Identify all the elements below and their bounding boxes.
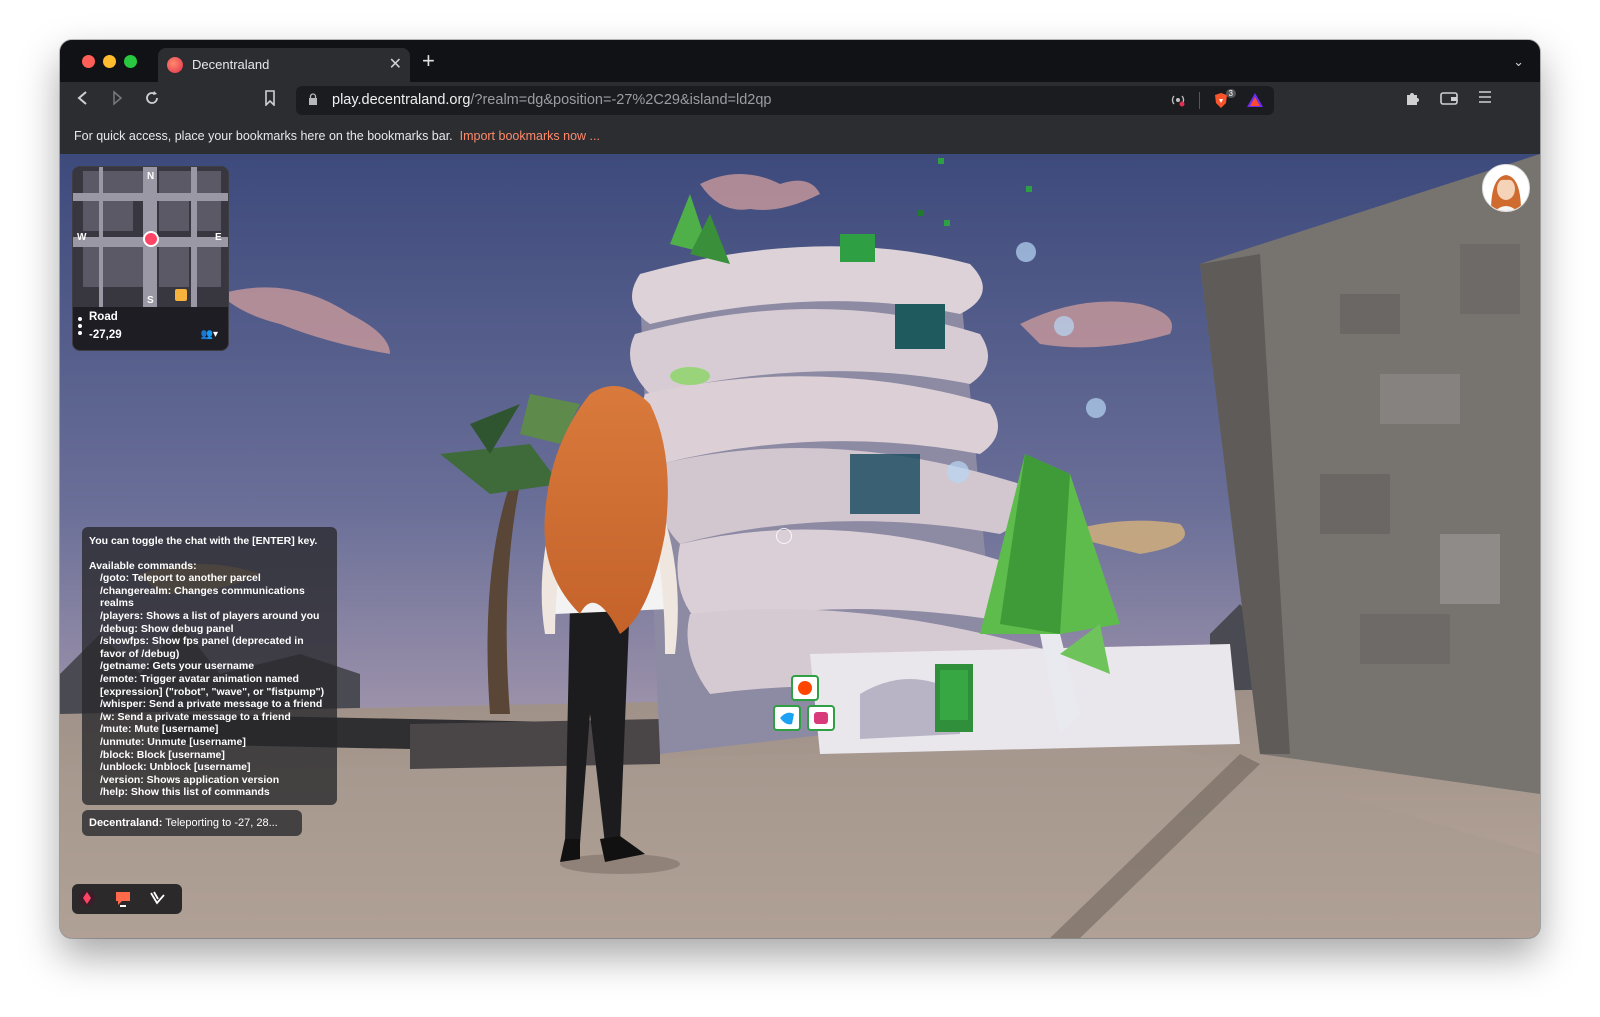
browser-window: Decentraland ✕ + ⌄ play.decentraland.org… [60,40,1540,938]
camera-mic-indicator-icon[interactable] [1170,92,1186,111]
chat-message: Decentraland: Teleporting to -27, 28... [82,810,302,836]
minimap-coordinates: -27,29 [89,329,122,341]
chat-command-line: /unblock: Unblock [username] [100,761,251,774]
chat-command-line: /debug: Show debug panel [100,622,234,635]
puzzle-icon[interactable] [1404,90,1420,112]
decentraland-logo-icon[interactable] [76,889,98,909]
game-viewport[interactable]: N S W E Road -27,29 👥▾ You can toggle th… [60,154,1540,938]
compass-south: S [147,295,154,306]
chat-command-line: /unmute: Unmute [username] [100,735,246,748]
chat-help-panel[interactable]: You can toggle the chat with the [ENTER]… [82,527,337,805]
emotes-hand-icon[interactable] [146,889,168,909]
avatar-portrait [1491,175,1521,211]
new-tab-button[interactable]: + [422,50,435,72]
chat-command-line: /players: Shows a list of players around… [100,609,320,622]
brave-shields-count-badge: 3 [1225,89,1236,98]
chat-command-line: /whisper: Send a private message to a fr… [100,698,323,711]
wallet-icon[interactable] [1440,90,1458,112]
forward-arrow-icon[interactable] [110,90,124,112]
point-of-interest-star-icon [175,289,187,301]
tab-close-icon[interactable]: ✕ [389,54,402,74]
compass-east: E [215,232,222,243]
import-bookmarks-link[interactable]: Import bookmarks now ... [460,129,600,143]
chat-command-line: /w: Send a private message to a friend [100,710,291,723]
profile-avatar-button[interactable] [1482,164,1530,212]
bookmark-icon[interactable] [264,90,276,112]
minimap[interactable]: N S W E Road -27,29 👥▾ [72,166,229,351]
lock-icon[interactable] [308,93,318,108]
compass-north: N [147,171,155,182]
back-arrow-icon[interactable] [76,90,90,112]
chat-command-line: /goto: Teleport to another parcel [100,572,261,585]
chat-command-line: /help: Show this list of commands [100,786,270,799]
chat-command-line: /showfps: Show fps panel (deprecated in … [100,635,304,660]
maximize-window-button[interactable] [124,55,137,68]
chat-commands-heading: Available commands: [89,559,197,572]
minimap-options-icon[interactable] [78,317,82,338]
bookmarks-prompt: For quick access, place your bookmarks h… [74,129,453,143]
tab-decentraland[interactable]: Decentraland ✕ [158,48,410,82]
url-path: /?realm=dg&position=-27%2C29&island=ld2q… [470,92,772,108]
bottom-hud-bar [72,884,182,914]
minimap-grid [73,167,228,307]
chat-command-line: /block: Block [username] [100,748,225,761]
chat-message-text: Teleporting to -27, 28... [165,817,278,829]
brave-rewards-icon[interactable] [1246,92,1264,111]
tab-title: Decentraland [192,57,270,72]
address-bar[interactable]: play.decentraland.org/?realm=dg&position… [296,86,1274,115]
minimize-window-button[interactable] [103,55,116,68]
decentraland-favicon-icon [167,57,183,73]
crosshair-reticle [776,528,792,544]
player-position-marker [143,231,159,247]
hamburger-menu-icon[interactable] [1478,90,1492,110]
url-host: play.decentraland.org [332,92,471,108]
bookmarks-bar: For quick access, place your bookmarks h… [60,118,1540,154]
close-window-button[interactable] [82,55,95,68]
chat-bubble-icon[interactable] [112,889,134,909]
browser-toolbar: play.decentraland.org/?realm=dg&position… [60,82,1540,118]
compass-west: W [77,232,87,243]
chat-command-line: /emote: Trigger avatar animation named [… [100,672,325,698]
chat-command-line: /version: Shows application version [100,773,280,786]
tab-bar: Decentraland ✕ + ⌄ [60,40,1540,82]
chat-toggle-hint: You can toggle the chat with the [ENTER]… [89,535,318,547]
chat-command-line: /mute: Mute [username] [100,723,219,736]
minimap-place-name: Road [89,311,118,323]
chat-command-line: /changerealm: Changes communications rea… [100,584,305,610]
users-nearby-icon[interactable]: 👥▾ [201,329,218,340]
tab-list-chevron-icon[interactable]: ⌄ [1513,54,1524,70]
reload-icon[interactable] [144,90,160,112]
url-divider [1199,92,1200,109]
chat-message-sender: Decentraland: [89,817,163,829]
chat-command-line: /getname: Gets your username [100,660,255,673]
